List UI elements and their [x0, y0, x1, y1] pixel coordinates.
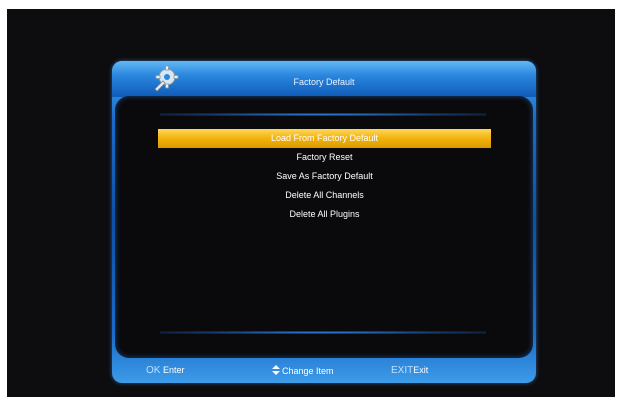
- menu-item-save-as-factory-default[interactable]: Save As Factory Default: [158, 167, 491, 186]
- exit-action-label: Exit: [413, 365, 429, 375]
- dialog-title: Factory Default: [293, 77, 355, 87]
- menu-item-factory-reset[interactable]: Factory Reset: [158, 148, 491, 167]
- ok-key-label: OK: [146, 365, 161, 376]
- divider-top: [160, 113, 486, 116]
- footer-exit-hint: EXITExit: [391, 365, 428, 376]
- dialog-footer: OK Enter Change Item EXITExit: [112, 358, 536, 383]
- up-down-arrow-icon: [272, 365, 280, 375]
- exit-key-label: EXIT: [391, 365, 414, 376]
- factory-default-dialog: Factory Default Load From Factory Defaul…: [112, 61, 536, 383]
- tv-screen: Factory Default Load From Factory Defaul…: [7, 9, 615, 397]
- footer-ok-hint: OK Enter: [146, 365, 184, 376]
- factory-menu: Load From Factory Default Factory Reset …: [158, 129, 491, 224]
- dialog-body: Load From Factory Default Factory Reset …: [115, 96, 533, 358]
- menu-item-delete-all-channels[interactable]: Delete All Channels: [158, 186, 491, 205]
- ok-action-label: Enter: [162, 365, 185, 375]
- change-item-label: Change Item: [282, 366, 334, 376]
- divider-bottom: [160, 331, 486, 334]
- footer-change-hint: Change Item: [272, 365, 334, 376]
- dialog-header: Factory Default: [112, 61, 536, 97]
- menu-item-load-factory-default[interactable]: Load From Factory Default: [158, 129, 491, 148]
- menu-item-delete-all-plugins[interactable]: Delete All Plugins: [158, 205, 491, 224]
